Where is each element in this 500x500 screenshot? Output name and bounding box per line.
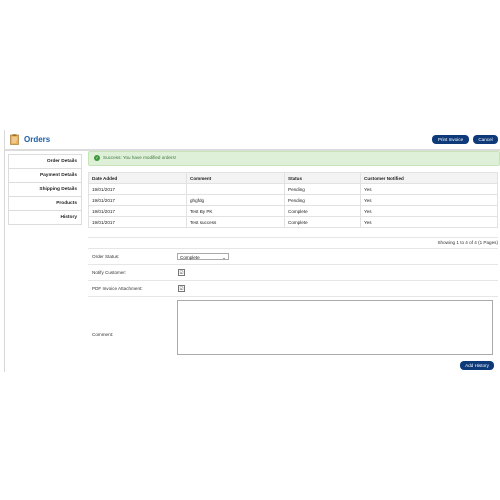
cell-notified: Yes: [360, 216, 498, 228]
add-history-button[interactable]: Add History: [460, 361, 494, 370]
cell-date: 19/01/2017: [88, 205, 187, 217]
pagination-text: Showing 1 to 4 of 4 (1 Pages): [437, 240, 498, 245]
column-header-comment[interactable]: Comment: [186, 172, 285, 184]
check-circle-icon: ✓: [94, 155, 100, 161]
tab-history[interactable]: History: [8, 210, 82, 225]
document-icon: [10, 134, 19, 145]
divider: [88, 248, 498, 249]
tab-products[interactable]: Products: [8, 196, 82, 210]
divider: [88, 264, 498, 265]
divider: [88, 280, 498, 281]
notify-customer-label: Notify Customer:: [92, 270, 127, 275]
pdf-invoice-checkbox[interactable]: ☑: [178, 285, 185, 292]
divider: [88, 237, 498, 238]
notify-customer-checkbox[interactable]: ☑: [178, 269, 185, 276]
cell-date: 19/01/2017: [88, 216, 187, 228]
column-header-notified[interactable]: Customer Notified: [360, 172, 498, 184]
history-table: Date Added Comment Status Customer Notif…: [88, 172, 498, 228]
cell-notified: Yes: [360, 205, 498, 217]
cell-date: 19/01/2017: [88, 183, 187, 195]
page-title: Orders: [24, 135, 51, 144]
cell-comment: Test success: [186, 216, 285, 228]
cell-comment: [186, 183, 285, 195]
cell-notified: Yes: [360, 194, 498, 206]
success-message: Success: You have modified orders!: [103, 155, 177, 160]
chevron-down-icon: ⌄: [222, 255, 226, 260]
cell-status: Complete: [284, 205, 361, 217]
cell-status: Pending: [284, 194, 361, 206]
comment-textarea[interactable]: [177, 300, 493, 355]
order-status-select[interactable]: Complete ⌄: [177, 253, 229, 260]
cell-status: Complete: [284, 216, 361, 228]
tab-payment-details[interactable]: Payment Details: [8, 168, 82, 182]
page-header: Orders: [4, 131, 500, 151]
order-status-label: Order Status:: [92, 254, 120, 259]
comment-label: Comment:: [92, 332, 114, 337]
divider: [88, 296, 498, 297]
cancel-button[interactable]: Cancel: [473, 135, 498, 144]
print-invoice-button[interactable]: Print Invoice: [432, 135, 469, 144]
cell-status: Pending: [284, 183, 361, 195]
cell-comment: Test By PK: [186, 205, 285, 217]
cell-date: 19/01/2017: [88, 194, 187, 206]
vertical-tabs: Order Details Payment Details Shipping D…: [8, 154, 82, 225]
table-row: 19/01/2017 Test success Complete Yes: [88, 216, 498, 228]
pdf-invoice-label: PDF Invoice Attachment:: [92, 286, 143, 291]
table-row: 19/01/2017 Test By PK Complete Yes: [88, 205, 498, 217]
tab-shipping-details[interactable]: Shipping Details: [8, 182, 82, 196]
column-header-status[interactable]: Status: [284, 172, 361, 184]
tab-order-details[interactable]: Order Details: [8, 154, 82, 168]
table-header-row: Date Added Comment Status Customer Notif…: [88, 172, 498, 184]
order-status-value: Complete: [180, 255, 200, 260]
cell-comment: ghgfdg: [186, 194, 285, 206]
table-row: 19/01/2017 ghgfdg Pending Yes: [88, 194, 498, 206]
success-alert: ✓ Success: You have modified orders!: [88, 151, 500, 166]
table-row: 19/01/2017 Pending Yes: [88, 183, 498, 195]
column-header-date[interactable]: Date Added: [88, 172, 187, 184]
cell-notified: Yes: [360, 183, 498, 195]
